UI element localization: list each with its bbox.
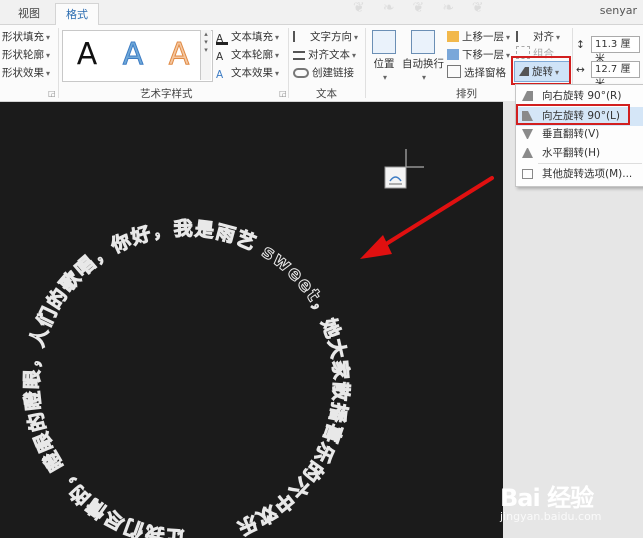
- chevron-down-icon: ▾: [354, 33, 359, 42]
- chevron-down-icon: ▾: [46, 51, 51, 60]
- text-fill-icon: A: [216, 31, 228, 45]
- wordart-circle-text: 让我们尽情的，瞪眼的瞪眼，人们的歌唱，你好，我是雨艺 sweet，她大家散播喜乐…: [20, 218, 352, 538]
- text-effects-icon: A: [216, 69, 224, 81]
- chevron-down-icon: ▾: [382, 73, 387, 82]
- text-effects-button[interactable]: A 文本效果 ▾: [216, 65, 279, 82]
- wordart-style-blue[interactable]: A: [111, 33, 155, 77]
- wordart-group-label: 艺术字样式: [140, 88, 193, 100]
- chevron-down-icon: ▾: [556, 33, 561, 42]
- flip-vertical-icon: [522, 129, 533, 139]
- text-direction-icon: [293, 31, 307, 42]
- chevron-down-icon: ▾: [275, 51, 280, 60]
- shape-effects-button[interactable]: 形状效果 ▾: [2, 65, 50, 82]
- align-text-icon: [293, 51, 305, 60]
- chevron-down-icon: ▾: [421, 73, 426, 82]
- flip-horizontal-icon: [522, 148, 533, 158]
- tab-view[interactable]: 视图: [8, 3, 50, 24]
- red-arrow-shaft: [376, 176, 494, 251]
- shape-width-input[interactable]: 12.7 厘米: [591, 61, 640, 90]
- arrange-group-label: 排列: [456, 88, 477, 100]
- link-icon: [293, 68, 309, 78]
- rotate-menu: 向右旋转 90°(R) 向左旋转 90°(L) 垂直翻转(V) 水平翻转(H) …: [515, 84, 643, 187]
- bring-forward-icon: [447, 31, 459, 42]
- text-group-label: 文本: [316, 88, 337, 100]
- wordart-style-orange[interactable]: A: [157, 33, 201, 77]
- highlight-box-rotate: [511, 56, 571, 85]
- send-backward-button[interactable]: 下移一层 ▾: [447, 47, 510, 64]
- group-separator: [58, 28, 59, 98]
- bring-forward-button[interactable]: 上移一层 ▾: [447, 29, 510, 46]
- ribbon-tab-bar: 视图 格式 ❦❧❦❧❦ senyar: [0, 0, 643, 25]
- baidu-logo: Bai 经验: [500, 484, 594, 512]
- shape-fill-button[interactable]: 形状填充 ▾: [2, 29, 50, 46]
- selection-corner-mark: [405, 149, 424, 168]
- text-direction-button[interactable]: 文字方向 ▾: [293, 29, 358, 46]
- tab-format[interactable]: 格式: [55, 3, 99, 25]
- send-backward-icon: [447, 49, 459, 60]
- chevron-down-icon: ▾: [275, 33, 280, 42]
- create-link-button[interactable]: 创建链接: [293, 65, 354, 82]
- text-outline-icon: A: [216, 51, 224, 63]
- menu-item-more-rotation-options[interactable]: 其他旋转选项(M)...: [516, 165, 643, 184]
- chevron-down-icon: ▾: [46, 69, 51, 78]
- wordart-gallery: A A A: [62, 30, 213, 82]
- chevron-down-icon: ▾: [506, 51, 511, 60]
- position-button[interactable]: 位置 ▾: [370, 30, 398, 83]
- chevron-down-icon: ▾: [275, 69, 280, 78]
- baidu-watermark: Bai 经验 jingyan.baidu.com: [500, 478, 602, 523]
- gallery-scrollbar[interactable]: ▴ ▾ ▾: [200, 30, 211, 80]
- dialog-launcher-icon[interactable]: ◲: [48, 89, 56, 98]
- chevron-down-icon: ▾: [46, 33, 51, 42]
- height-icon: ↕: [576, 39, 585, 51]
- wrap-text-icon: [411, 30, 435, 54]
- menu-separator: [538, 163, 642, 164]
- chevron-down-icon: ▾: [506, 33, 511, 42]
- text-outline-button[interactable]: A 文本轮廓 ▾: [216, 47, 279, 64]
- selection-pane-button[interactable]: 选择窗格: [447, 65, 506, 82]
- text-fill-button[interactable]: A 文本填充 ▾: [216, 29, 279, 46]
- shape-height-input[interactable]: 11.3 厘米: [591, 36, 640, 65]
- wordart-circle-text-path: 让我们尽情的，瞪眼的瞪眼，人们的歌唱，你好，我是雨艺 sweet，她大家散播喜乐…: [20, 217, 352, 538]
- watermark-url: jingyan.baidu.com: [500, 510, 602, 523]
- user-name[interactable]: senyar: [600, 4, 637, 17]
- group-separator: [288, 28, 289, 98]
- group-separator: [365, 28, 366, 98]
- red-arrow-head: [360, 235, 392, 259]
- menu-item-flip-horizontal[interactable]: 水平翻转(H): [516, 144, 643, 163]
- position-icon: [372, 30, 396, 54]
- rotation-options-icon: [522, 169, 533, 179]
- menu-item-flip-vertical[interactable]: 垂直翻转(V): [516, 125, 643, 144]
- chevron-down-icon: ▾: [352, 51, 357, 60]
- shape-outline-button[interactable]: 形状轮廓 ▾: [2, 47, 50, 64]
- rotate-right-icon: [522, 91, 533, 101]
- selection-pane-icon: [447, 65, 461, 78]
- align-button[interactable]: 对齐 ▾: [516, 29, 560, 46]
- align-icon: [516, 31, 530, 42]
- decorative-pattern: ❦❧❦❧❦: [353, 0, 502, 16]
- width-icon: ↔: [576, 64, 585, 76]
- dialog-launcher-icon[interactable]: ◲: [279, 89, 287, 98]
- wordart-style-black[interactable]: A: [65, 33, 109, 77]
- wrap-text-button[interactable]: 自动换行 ▾: [401, 30, 445, 83]
- highlight-box-rotate-left: [516, 104, 630, 125]
- align-text-button[interactable]: 对齐文本 ▾: [293, 47, 356, 64]
- document-canvas: 让我们尽情的，瞪眼的瞪眼，人们的歌唱，你好，我是雨艺 sweet，她大家散播喜乐…: [20, 149, 494, 538]
